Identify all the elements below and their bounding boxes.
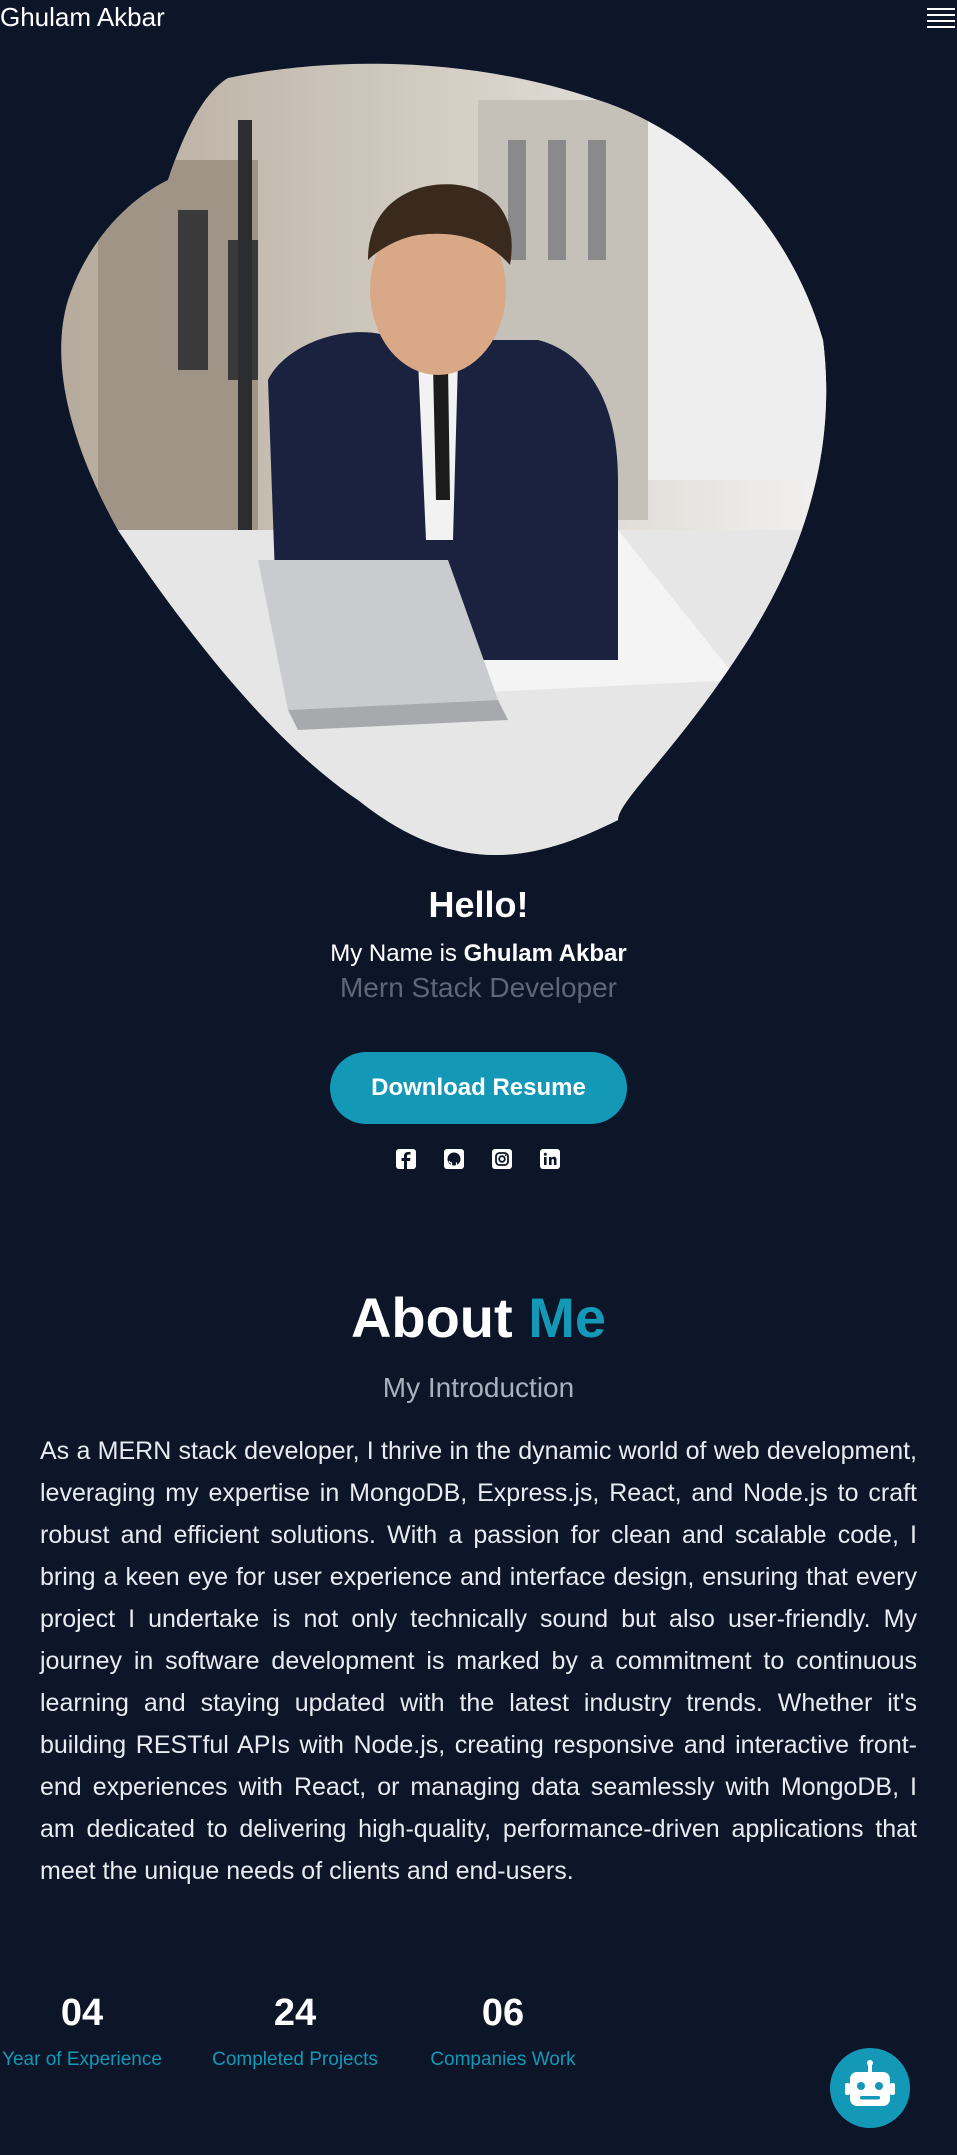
profile-photo <box>61 63 827 855</box>
stat-projects: 24 Completed Projects <box>200 1992 390 2071</box>
chatbot-button[interactable] <box>830 2048 910 2128</box>
hero-role: Mern Stack Developer <box>339 972 617 1003</box>
navbar: Ghulam Akbar <box>0 0 957 40</box>
hero-name: Ghulam Akbar <box>463 940 627 967</box>
stat-label: Completed Projects <box>212 2049 378 2070</box>
stat-label: Year of Experience <box>2 2049 162 2070</box>
stat-label: Companies Work <box>430 2049 576 2070</box>
download-resume-button[interactable]: Download Resume <box>330 1052 627 1124</box>
about-title: About Me <box>0 1285 957 1350</box>
about-subtitle: My Introduction <box>382 1372 575 1403</box>
github-icon[interactable] <box>443 1148 465 1170</box>
stat-companies: 06 Companies Work <box>418 1992 588 2071</box>
about-bio: As a MERN stack developer, I thrive in t… <box>40 1437 917 1885</box>
about-title-accent: Me <box>528 1286 607 1349</box>
facebook-icon[interactable] <box>395 1148 417 1170</box>
stat-value: 04 <box>60 1992 104 2034</box>
hero-name-line: My Name is Ghulam Akbar <box>0 940 957 968</box>
name-prefix: My Name is <box>330 940 464 967</box>
brand-name[interactable]: Ghulam Akbar <box>0 2 165 33</box>
robot-icon <box>845 2060 895 2106</box>
instagram-icon[interactable] <box>491 1148 513 1170</box>
linkedin-icon[interactable] <box>539 1148 561 1170</box>
stat-value: 24 <box>273 1992 317 2034</box>
hero-greeting: Hello! <box>428 884 529 925</box>
stat-experience: 04 Year of Experience <box>0 1992 164 2071</box>
stat-value: 06 <box>481 1992 525 2034</box>
about-title-main: About <box>350 1286 513 1349</box>
hamburger-menu-icon[interactable] <box>927 4 955 30</box>
